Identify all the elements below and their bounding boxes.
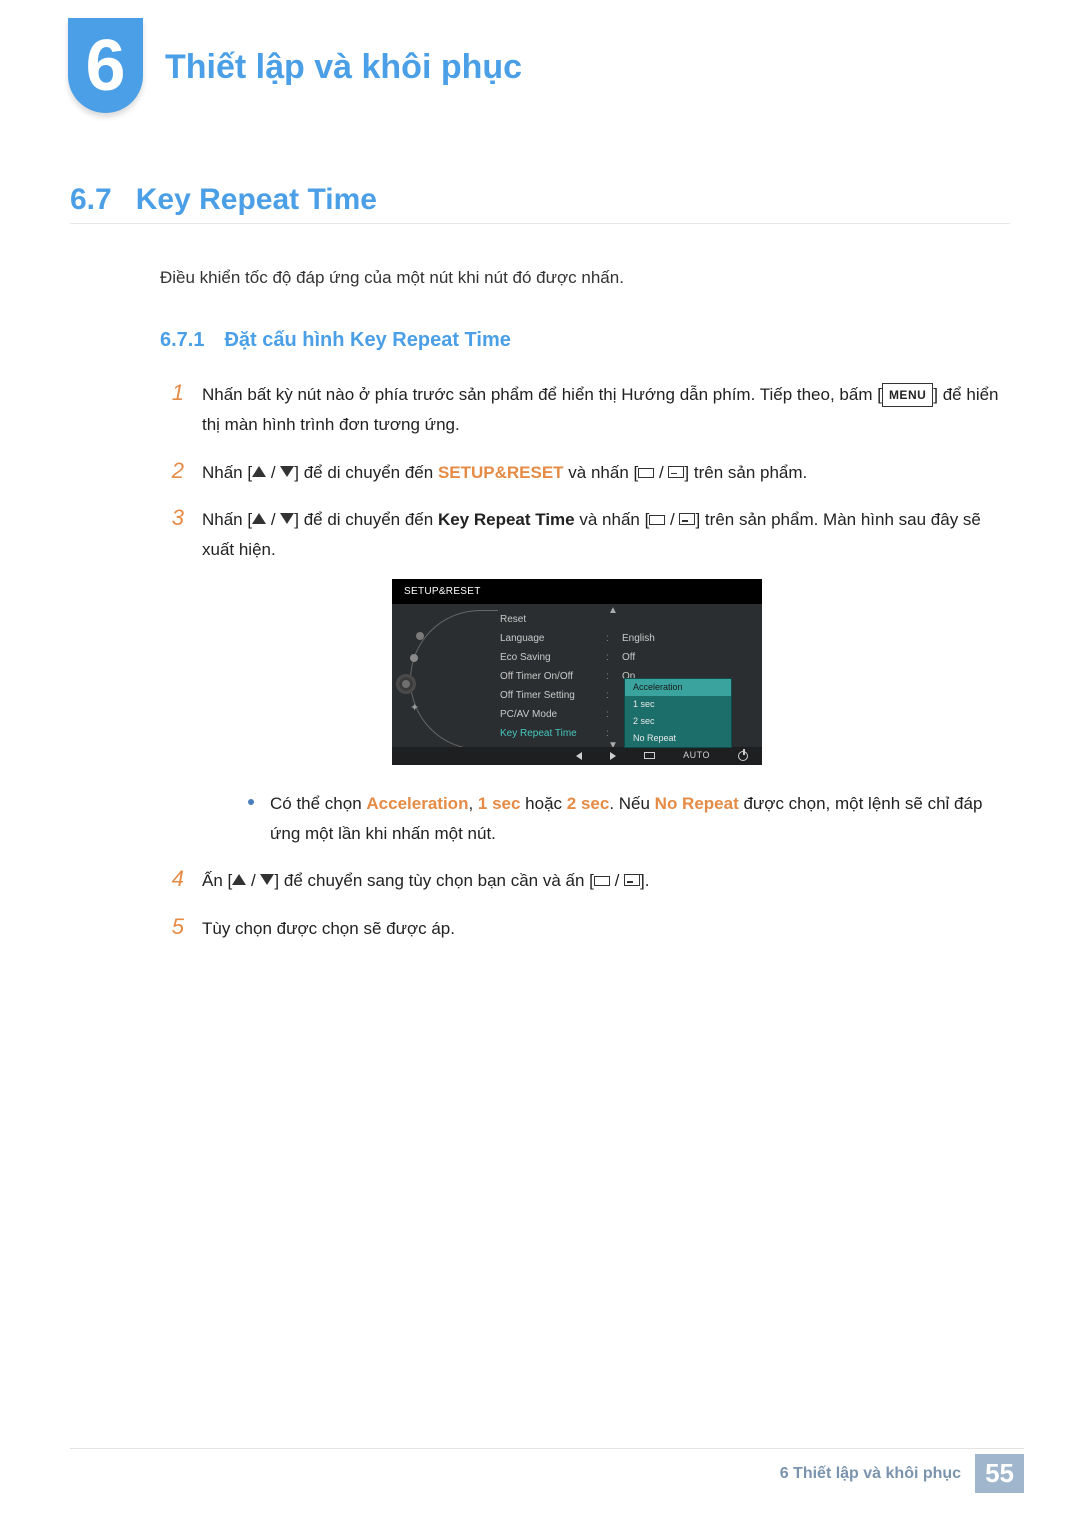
step-4: 4 Ấn [ / ] để chuyển sang tùy chọn bạn c… — [160, 866, 1010, 896]
rect-icon — [638, 468, 654, 478]
triangle-up-icon — [252, 466, 266, 477]
footer-divider — [70, 1448, 1024, 1449]
osd-bottom-bar: AUTO — [392, 747, 762, 765]
dropdown-option: 2 sec — [625, 713, 731, 730]
osd-active-item: Key Repeat Time — [500, 725, 596, 743]
keyword-krt: Key Repeat Time — [438, 510, 575, 529]
subsection-heading: 6.7.1 Đặt cấu hình Key Repeat Time — [70, 291, 1010, 352]
triangle-left-icon — [576, 752, 582, 760]
steps-list: 1 Nhấn bất kỳ nút nào ở phía trước sản p… — [70, 352, 1010, 944]
step-number: 5 — [160, 914, 184, 944]
triangle-down-icon — [280, 513, 294, 524]
osd-menu: ▲ Reset Language:English Eco Saving:Off … — [464, 604, 762, 756]
osd-left-rail: ✦ — [392, 604, 464, 756]
content-area: 6.7 Key Repeat Time Điều khiển tốc độ đá… — [0, 113, 1080, 944]
triangle-up-icon — [232, 874, 246, 885]
subsection-title: Đặt cấu hình Key Repeat Time — [224, 329, 510, 352]
step-number: 4 — [160, 866, 184, 896]
dropdown-option: No Repeat — [625, 730, 731, 747]
step-1: 1 Nhấn bất kỳ nút nào ở phía trước sản p… — [160, 380, 1010, 440]
power-icon — [738, 751, 748, 761]
section-heading: 6.7 Key Repeat Time — [70, 183, 1010, 224]
rect-enter-icon — [624, 874, 640, 886]
section-title: Key Repeat Time — [136, 183, 377, 217]
subsection-number: 6.7.1 — [160, 329, 204, 352]
rect-icon — [594, 876, 610, 886]
chevron-up-icon: ▲ — [608, 602, 618, 620]
triangle-down-icon — [280, 466, 294, 477]
step-body: Tùy chọn được chọn sẽ được áp. — [202, 914, 455, 944]
osd-panel: SETUP&RESET ✦ ▲ Reset Language:Eng — [392, 579, 762, 765]
step-number: 1 — [160, 380, 184, 440]
chapter-title: Thiết lập và khôi phục — [165, 48, 522, 87]
osd-title: SETUP&RESET — [392, 579, 762, 605]
step-body: Nhấn bất kỳ nút nào ở phía trước sản phẩ… — [202, 380, 1010, 440]
keyword-setup-reset: SETUP&RESET — [438, 463, 564, 482]
page-footer: 6 Thiết lập và khôi phục 55 — [780, 1454, 1024, 1493]
bullet-icon — [248, 799, 254, 805]
triangle-up-icon — [252, 513, 266, 524]
osd-dropdown: Acceleration 1 sec 2 sec No Repeat — [624, 678, 732, 747]
chapter-badge: 6 — [68, 18, 143, 113]
rect-enter-icon — [679, 513, 695, 525]
step-3: 3 Nhấn [ / ] để di chuyển đến Key Repeat… — [160, 505, 1010, 848]
step-body: Nhấn [ / ] để di chuyển đến SETUP&RESET … — [202, 458, 807, 488]
footer-page-number: 55 — [975, 1454, 1024, 1493]
step-2: 2 Nhấn [ / ] để di chuyển đến SETUP&RESE… — [160, 458, 1010, 488]
dropdown-option-selected: Acceleration — [625, 679, 731, 696]
step-number: 3 — [160, 505, 184, 848]
sub-bullet: Có thể chọn Acceleration, 1 sec hoặc 2 s… — [202, 777, 1010, 849]
menu-button-label: MENU — [882, 383, 933, 407]
triangle-right-icon — [610, 752, 616, 760]
page-header: 6 Thiết lập và khôi phục — [0, 0, 1080, 113]
step-body: Ấn [ / ] để chuyển sang tùy chọn bạn cần… — [202, 866, 650, 896]
step-number: 2 — [160, 458, 184, 488]
step-body: Nhấn [ / ] để di chuyển đến Key Repeat T… — [202, 505, 1010, 848]
rect-enter-icon — [668, 466, 684, 478]
auto-label: AUTO — [683, 748, 710, 764]
section-number: 6.7 — [70, 183, 112, 217]
triangle-down-icon — [260, 874, 274, 885]
rect-icon — [649, 515, 665, 525]
section-intro: Điều khiển tốc độ đáp ứng của một nút kh… — [70, 224, 1010, 291]
rect-icon — [644, 752, 655, 759]
dropdown-option: 1 sec — [625, 696, 731, 713]
footer-chapter: 6 Thiết lập và khôi phục — [780, 1465, 975, 1483]
star-icon: ✦ — [410, 699, 419, 718]
step-5: 5 Tùy chọn được chọn sẽ được áp. — [160, 914, 1010, 944]
